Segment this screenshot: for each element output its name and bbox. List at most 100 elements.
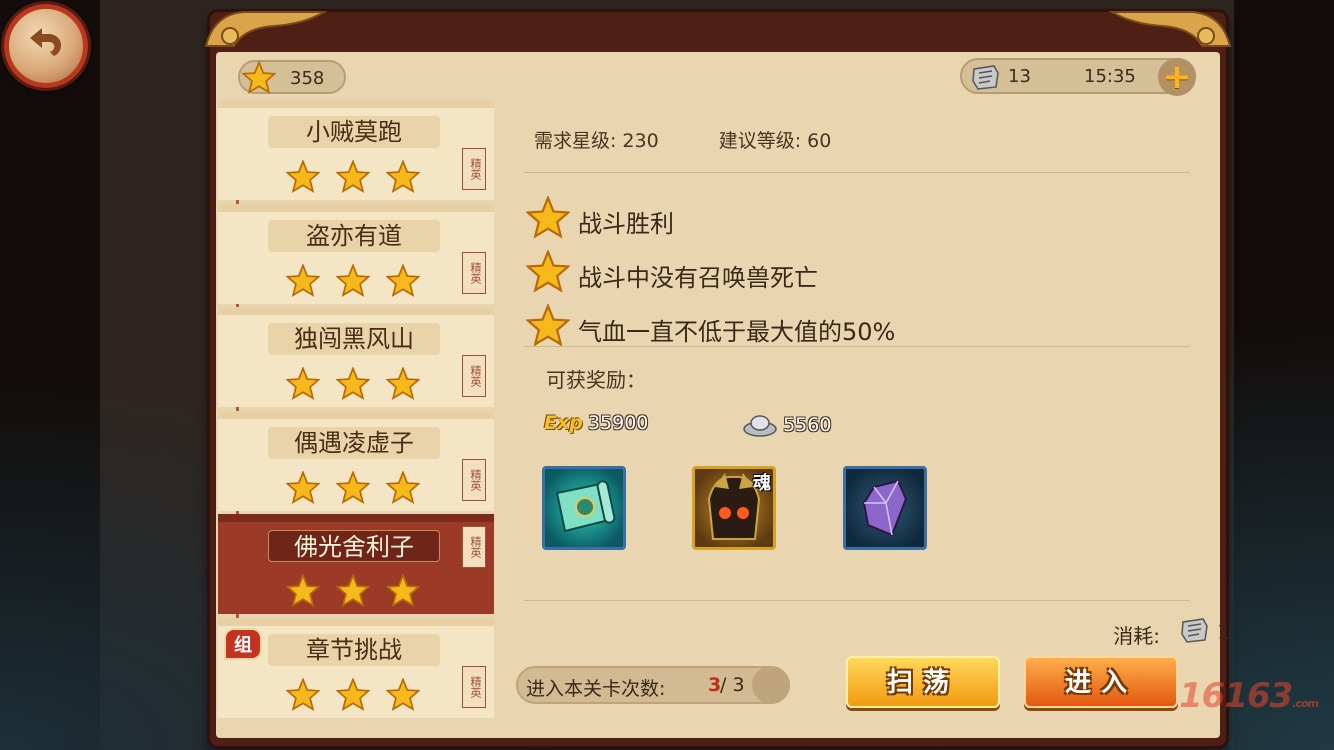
- star-icon: [525, 194, 571, 239]
- req-level-label: 建议等级:: [718, 130, 802, 152]
- req-star-label: 需求星级:: [534, 130, 617, 152]
- star-icon: [286, 160, 320, 193]
- group-badge: 组: [224, 627, 262, 660]
- star-icon: [336, 677, 370, 711]
- requirements: 需求星级: 230 建议等级: 60: [534, 126, 831, 153]
- cost-value: 1: [1217, 620, 1230, 644]
- star-icon: [525, 302, 571, 347]
- back-button[interactable]: [4, 4, 88, 88]
- divider: [524, 172, 1190, 173]
- divider: [524, 346, 1190, 347]
- elite-tag: 精英: [462, 665, 486, 708]
- stamina-count: 13: [1008, 66, 1031, 87]
- stage-panel: 358 13 15:35 + 小贼莫跑 精英 盗亦有道 精英 独闯黑风山 精英 偶遇凌虚子精…: [204, 11, 1232, 746]
- star-icon: [386, 367, 420, 400]
- star-icon: [336, 263, 370, 297]
- stage-stars: [286, 160, 426, 194]
- star-icon: [286, 263, 320, 297]
- back-arrow-icon: [30, 28, 62, 56]
- elite-tag: 精英: [462, 458, 486, 501]
- watermark-text: 16163: [1178, 676, 1293, 716]
- corner-ornament-left: [204, 11, 328, 47]
- stamina-counter: 13 15:35 +: [960, 58, 1196, 96]
- stage-name: 独闯黑风山: [268, 323, 440, 355]
- stage-name: 偶遇凌虚子: [268, 426, 440, 459]
- star-icon: [286, 574, 320, 607]
- condition-text: 气血一直不低于最大值的50%: [578, 318, 896, 346]
- entries-reset-button[interactable]: [752, 666, 790, 704]
- star-total-value: 358: [290, 68, 325, 89]
- exp-value: 35900: [587, 412, 649, 434]
- crystal-icon: [862, 479, 908, 537]
- entries-total: / 3: [720, 674, 745, 696]
- plus-button[interactable]: +: [1158, 58, 1196, 96]
- star-icon: [286, 677, 320, 711]
- sweep-ticket-icon: [1181, 618, 1209, 643]
- silver-ingot-icon: [743, 415, 777, 437]
- divider: [524, 600, 1190, 601]
- star-icon: [336, 160, 370, 193]
- scroll-icon: [555, 480, 616, 533]
- condition-row: 气血一直不低于最大值的50%: [525, 302, 895, 348]
- sweep-button[interactable]: 扫荡: [846, 656, 1000, 708]
- stage-item[interactable]: 章节挑战 精英 组: [218, 617, 494, 718]
- star-icon: [336, 574, 370, 607]
- exp-reward: Exp 35900: [544, 412, 648, 440]
- cost-label: 消耗:: [1113, 624, 1160, 648]
- stage-list[interactable]: 小贼莫跑 精英 盗亦有道 精英 独闯黑风山 精英 偶遇凌虚子 精英 佛光舍利子 精英 章节挑战 精英组: [218, 100, 494, 718]
- rewards-title: 可获奖励：: [546, 368, 646, 392]
- stage-name: 盗亦有道: [268, 219, 440, 252]
- corner-ornament-right: [1108, 11, 1232, 47]
- stage-name: 章节挑战: [268, 633, 440, 666]
- silver-reward: 5560: [742, 412, 831, 440]
- condition-text: 战斗胜利: [578, 210, 674, 238]
- star-icon: [242, 61, 276, 94]
- reward-item[interactable]: 魂: [692, 466, 776, 550]
- stage-item[interactable]: 独闯黑风山 精英: [218, 307, 494, 407]
- stage-stars: [286, 263, 426, 298]
- elite-tag: 精英: [462, 251, 486, 294]
- star-icon: [336, 470, 370, 504]
- star-icon: [386, 574, 420, 607]
- exp-icon: Exp: [544, 412, 583, 434]
- star-icon: [386, 263, 420, 297]
- silver-value: 5560: [783, 414, 832, 436]
- stage-name: 佛光舍利子: [268, 530, 440, 562]
- entry-counter: 进入本关卡次数: 3 / 3: [516, 666, 790, 704]
- condition-text: 战斗中没有召唤兽死亡: [578, 264, 818, 292]
- enter-button[interactable]: 进入: [1024, 656, 1178, 708]
- sweep-cost: 消耗: 1: [1113, 618, 1230, 649]
- stage-stars: [286, 367, 426, 401]
- elite-tag: 精英: [462, 148, 486, 190]
- condition-row: 战斗中没有召唤兽死亡: [525, 248, 818, 294]
- stage-stars: [286, 470, 426, 505]
- condition-row: 战斗胜利: [525, 194, 674, 240]
- reward-item[interactable]: [542, 466, 626, 550]
- stage-name: 小贼莫跑: [268, 116, 440, 148]
- star-total-counter: 358: [238, 60, 346, 94]
- star-icon: [336, 367, 370, 400]
- star-icon: [525, 248, 571, 293]
- stage-item[interactable]: 偶遇凌虚子 精英: [218, 410, 494, 511]
- star-icon: [386, 160, 420, 193]
- stage-item[interactable]: 佛光舍利子 精英: [218, 514, 494, 614]
- stage-item[interactable]: 小贼莫跑 精英: [218, 100, 494, 200]
- star-icon: [286, 470, 320, 504]
- elite-tag: 精英: [462, 526, 486, 568]
- plus-icon: +: [1162, 57, 1192, 97]
- sweep-ticket-icon: [972, 65, 999, 90]
- req-star-value: 230: [622, 130, 659, 152]
- star-icon: [286, 367, 320, 400]
- elite-tag: 精英: [462, 355, 486, 397]
- entries-label: 进入本关卡次数:: [526, 678, 666, 700]
- star-icon: [386, 677, 420, 711]
- stage-stars: [286, 677, 426, 712]
- stage-item[interactable]: 盗亦有道 精英: [218, 203, 494, 304]
- stage-stars: [286, 574, 426, 608]
- reward-item[interactable]: [843, 466, 927, 550]
- watermark: 16163.com: [1178, 676, 1319, 716]
- soul-badge: 魂: [753, 473, 771, 494]
- stamina-timer: 15:35: [1084, 66, 1136, 87]
- stage-detail: 需求星级: 230 建议等级: 60 战斗胜利 战斗中没有召唤兽死亡 气血一直不低于…: [500, 100, 1230, 738]
- req-level-value: 60: [807, 130, 832, 152]
